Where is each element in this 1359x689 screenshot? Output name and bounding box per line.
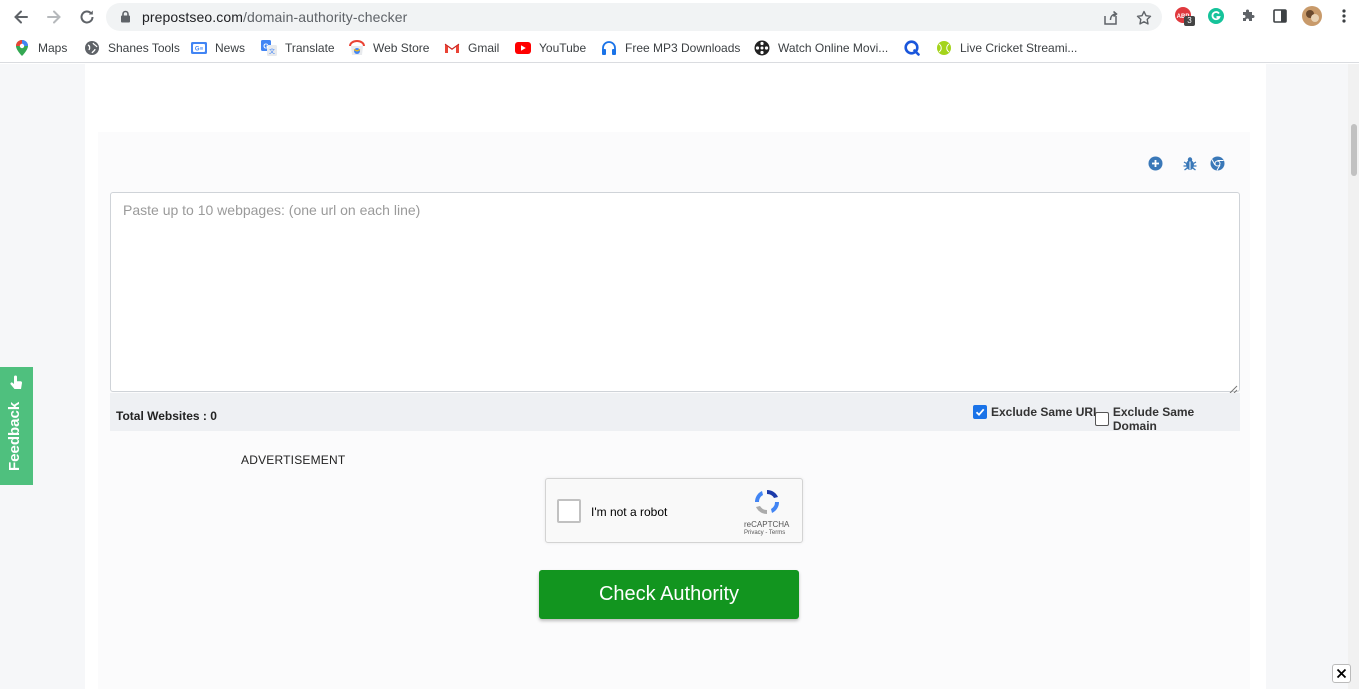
- recaptcha-brand: reCAPTCHA: [744, 520, 790, 529]
- bookmark-watch-online-movies[interactable]: Watch Online Movi...: [754, 40, 888, 56]
- advertisement-label: ADVERTISEMENT: [241, 453, 346, 467]
- bookmark-star-icon[interactable]: [1135, 9, 1153, 27]
- exclude-same-domain-label: Exclude Same Domain: [1112, 405, 1195, 433]
- bookmark-web-store[interactable]: Web Store: [349, 40, 429, 56]
- profile-avatar[interactable]: [1302, 6, 1322, 26]
- browser-toolbar: prepostseo.com/domain-authority-checker …: [0, 0, 1359, 33]
- total-websites-count: Total Websites : 0: [116, 409, 217, 423]
- side-panel-icon[interactable]: [1270, 6, 1290, 26]
- exclude-same-domain-checkbox[interactable]: [1095, 412, 1109, 426]
- headphones-icon: [601, 40, 617, 56]
- recaptcha-logo-icon: [752, 487, 782, 517]
- url-text[interactable]: prepostseo.com/domain-authority-checker: [142, 9, 407, 25]
- exclude-same-url-label: Exclude Same URL: [991, 405, 1101, 419]
- svg-text:G≡: G≡: [195, 47, 204, 53]
- translate-icon: G文: [261, 40, 277, 56]
- maps-pin-icon: [14, 40, 30, 56]
- grammarly-extension-icon[interactable]: [1206, 6, 1226, 26]
- reload-icon[interactable]: [75, 5, 99, 29]
- svg-text:文: 文: [269, 48, 275, 56]
- bookmark-news[interactable]: G≡ News: [191, 40, 245, 56]
- bookmark-youtube[interactable]: YouTube: [515, 40, 586, 56]
- adblock-extension-icon[interactable]: ABP 3: [1174, 6, 1195, 26]
- bug-icon[interactable]: [1182, 155, 1198, 171]
- bookmark-label: Gmail: [468, 41, 500, 55]
- chrome-icon[interactable]: [1209, 155, 1225, 171]
- bookmark-translate[interactable]: G文 Translate: [261, 40, 335, 56]
- exclude-same-url-option[interactable]: Exclude Same URL: [973, 405, 1100, 419]
- bookmarks-bar: Maps Shanes Tools G≡ News G文 Translate W…: [0, 33, 1359, 63]
- gmail-icon: [444, 40, 460, 56]
- resize-grip-icon[interactable]: [1228, 381, 1238, 394]
- scrollbar-thumb[interactable]: [1351, 124, 1357, 176]
- menu-kebab-icon[interactable]: [1334, 6, 1354, 26]
- bookmark-label: News: [215, 41, 246, 55]
- bookmark-q-app[interactable]: [904, 40, 928, 56]
- bookmark-label: Shanes Tools: [108, 41, 180, 55]
- recaptcha-checkbox[interactable]: [557, 499, 581, 523]
- lock-icon[interactable]: [120, 10, 131, 28]
- globe-icon: [84, 40, 100, 56]
- youtube-icon: [515, 40, 531, 56]
- bookmark-label: Live Cricket Streami...: [960, 41, 1078, 55]
- add-circle-icon[interactable]: [1147, 155, 1163, 171]
- forward-arrow-icon[interactable]: [42, 5, 66, 29]
- exclude-same-url-checkbox[interactable]: [973, 405, 987, 419]
- cricket-ball-icon: [936, 40, 952, 56]
- stats-bar: Total Websites : 0 Exclude Same URL Excl…: [110, 393, 1240, 433]
- extensions-puzzle-icon[interactable]: [1238, 6, 1258, 26]
- bookmark-label: Free MP3 Downloads: [625, 41, 741, 55]
- recaptcha-privacy-terms[interactable]: Privacy - Terms: [744, 530, 785, 536]
- exclude-same-domain-option[interactable]: Exclude Same Domain: [1095, 405, 1240, 433]
- q-app-icon: [904, 40, 920, 56]
- close-icon[interactable]: [1332, 664, 1351, 683]
- feedback-label: Feedback: [6, 401, 23, 471]
- feedback-tab[interactable]: Feedback: [0, 367, 33, 485]
- address-bar[interactable]: prepostseo.com/domain-authority-checker: [106, 3, 1162, 31]
- bookmark-shanes-tools[interactable]: Shanes Tools: [84, 40, 180, 56]
- google-news-icon: G≡: [191, 40, 207, 56]
- page-viewport: Total Websites : 0 Exclude Same URL Excl…: [0, 64, 1359, 689]
- bookmark-label: Maps: [38, 41, 68, 55]
- extension-badge: 3: [1184, 16, 1195, 26]
- bookmark-live-cricket[interactable]: Live Cricket Streami...: [936, 40, 1077, 56]
- hand-pointer-icon: [8, 375, 24, 391]
- bookmark-label: Web Store: [373, 41, 430, 55]
- web-store-icon: [349, 40, 365, 56]
- recaptcha-label: I'm not a robot: [591, 505, 668, 519]
- bookmark-label: Translate: [285, 41, 335, 55]
- share-icon[interactable]: [1102, 9, 1120, 27]
- bookmark-gmail[interactable]: Gmail: [444, 40, 499, 56]
- bookmark-maps[interactable]: Maps: [14, 40, 67, 56]
- recaptcha-widget: I'm not a robot reCAPTCHA Privacy - Term…: [545, 478, 803, 543]
- check-authority-button[interactable]: Check Authority: [539, 570, 799, 619]
- back-arrow-icon[interactable]: [9, 5, 33, 29]
- url-input-textarea[interactable]: [110, 192, 1240, 392]
- bookmark-free-mp3[interactable]: Free MP3 Downloads: [601, 40, 740, 56]
- bookmark-label: Watch Online Movi...: [778, 41, 889, 55]
- film-reel-icon: [754, 40, 770, 56]
- bookmark-label: YouTube: [539, 41, 587, 55]
